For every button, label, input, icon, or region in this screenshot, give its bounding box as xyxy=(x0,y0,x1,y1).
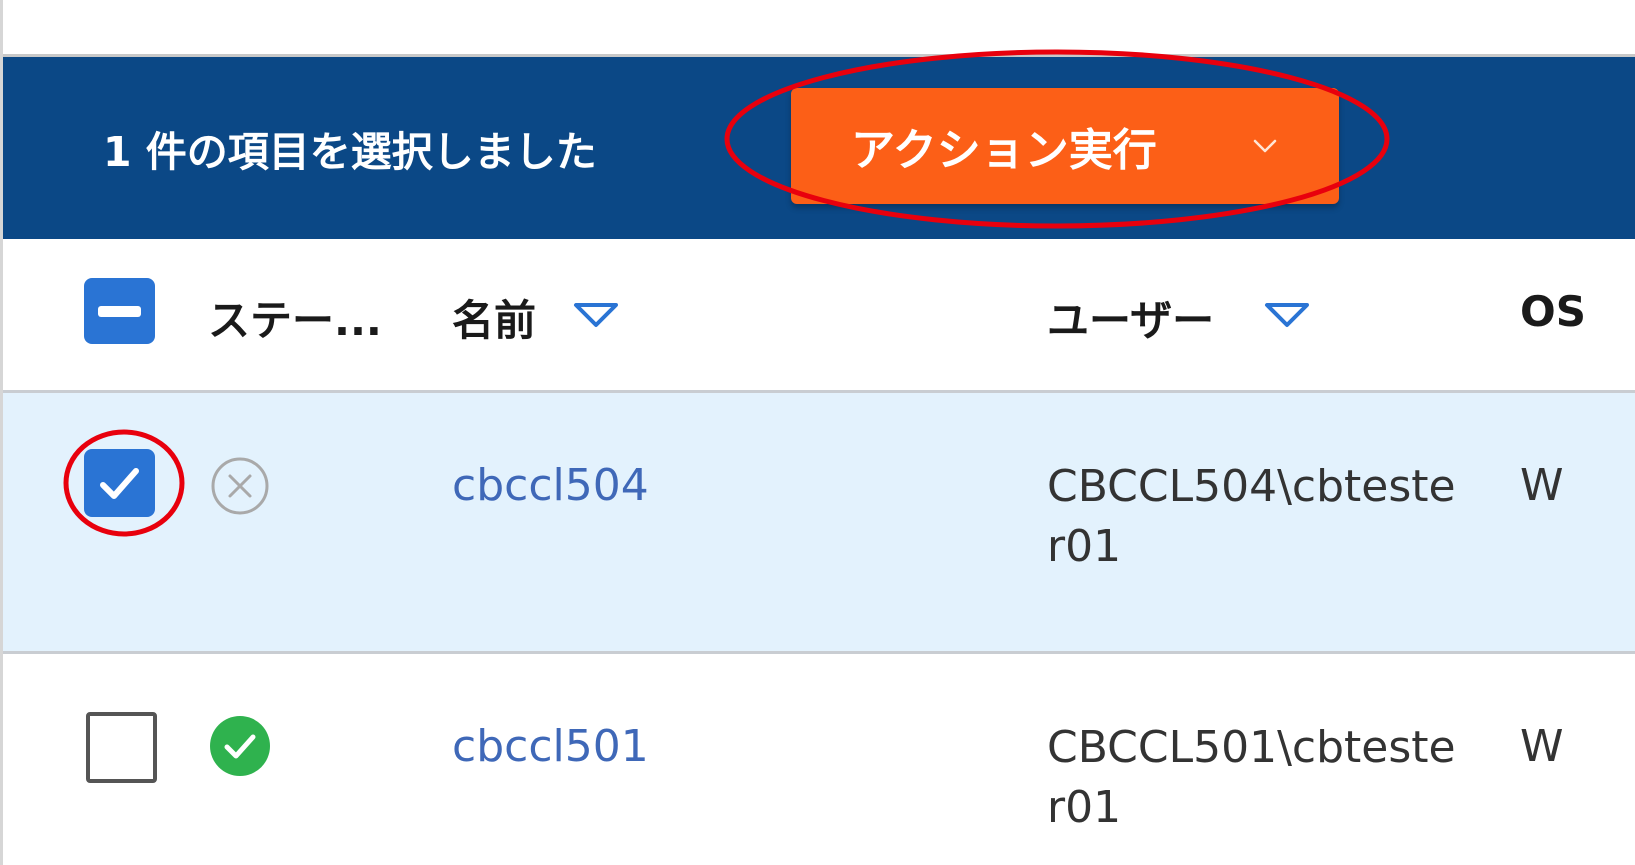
checkmark-icon xyxy=(100,468,139,499)
error-circle-icon xyxy=(211,457,269,515)
action-execute-label: アクション実行 xyxy=(851,125,1157,176)
column-header-os[interactable]: OS xyxy=(1520,287,1586,336)
action-execute-button[interactable]: アクション実行 xyxy=(791,88,1339,204)
device-name-link[interactable]: cbccl501 xyxy=(452,721,649,772)
success-check-icon xyxy=(210,716,270,776)
os-cell: W xyxy=(1520,460,1564,511)
row-checkbox[interactable] xyxy=(86,712,157,783)
indeterminate-dash-icon xyxy=(98,306,141,317)
row-checkbox-checked[interactable] xyxy=(84,449,155,517)
top-area xyxy=(3,0,1635,56)
selection-count-text: 1 件の項目を選択しました xyxy=(103,128,597,176)
column-header-user[interactable]: ユーザー xyxy=(1047,287,1214,348)
chevron-down-icon xyxy=(1253,139,1277,153)
user-cell: CBCCL504\cbtester01 xyxy=(1047,461,1456,572)
column-header-status[interactable]: ステー... xyxy=(208,287,382,348)
sort-down-icon[interactable] xyxy=(572,301,620,329)
user-cell: CBCCL501\cbtester01 xyxy=(1047,722,1456,833)
device-name-link[interactable]: cbccl504 xyxy=(452,460,649,511)
column-header-name[interactable]: 名前 xyxy=(452,287,536,348)
select-all-checkbox[interactable] xyxy=(84,278,155,344)
os-cell: W xyxy=(1520,721,1564,772)
sort-down-icon[interactable] xyxy=(1263,301,1311,329)
page: 1 件の項目を選択しました アクション実行 ステー... 名前 ユーザー OS xyxy=(0,0,1635,865)
